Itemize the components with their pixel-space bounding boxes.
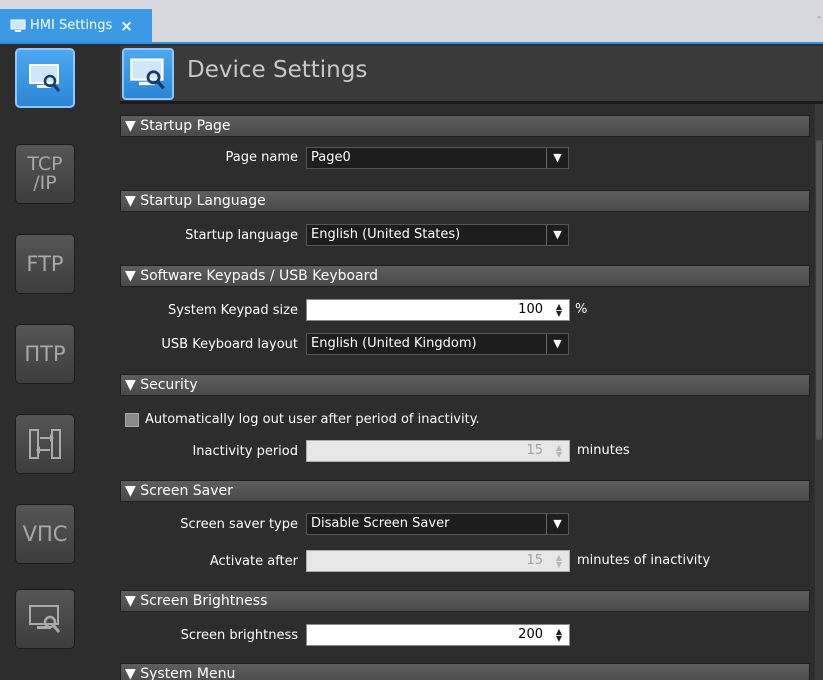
section-security[interactable]: ▼ Security (120, 374, 810, 396)
scrollbar-thumb[interactable] (816, 140, 822, 440)
activate-after-value: 15 (526, 553, 543, 568)
page-name-label: Page name (225, 150, 298, 165)
startup-language-select[interactable]: English (United States) ▼ (306, 224, 569, 246)
keypad-size-value: 100 (518, 302, 543, 317)
device-settings-header-icon (122, 48, 174, 100)
activate-after-label: Activate after (209, 554, 298, 569)
brightness-input[interactable]: 200 ▲ ▼ (306, 624, 570, 646)
transfer-icon (29, 429, 61, 459)
monitor-icon (10, 19, 26, 33)
activate-after-input: 15 ▲ ▼ (306, 550, 570, 572)
ntp-icon: ΠTP (24, 342, 66, 366)
spinner-icon: ▲ ▼ (555, 443, 563, 459)
spinner-icon[interactable]: ▲ ▼ (553, 627, 565, 643)
rail-device-settings-button[interactable] (15, 48, 75, 108)
dropdown-arrow-icon: ▼ (546, 334, 568, 354)
activate-after-unit: minutes of inactivity (577, 553, 711, 568)
inactivity-period-unit: minutes (577, 443, 630, 458)
startup-language-value: English (United States) (311, 227, 461, 242)
inactivity-period-input: 15 ▲ ▼ (306, 440, 570, 462)
rail-transfer-button[interactable] (15, 414, 75, 474)
rail-vnc-button[interactable]: VΠC (15, 504, 75, 564)
settings-header: Device Settings (120, 46, 823, 104)
tab-hmi-settings[interactable]: HMI Settings × (0, 9, 152, 42)
rail-ftp-button[interactable]: FTP (15, 234, 75, 294)
monitor-search-icon (29, 605, 61, 633)
rail-screen-button[interactable] (15, 589, 75, 649)
auto-logout-checkbox[interactable] (125, 412, 139, 427)
section-startup-page[interactable]: ▼ Startup Page (120, 115, 810, 137)
inactivity-period-label: Inactivity period (192, 444, 298, 459)
spinner-icon: ▲ ▼ (555, 553, 563, 569)
tab-strip: HMI Settings × - (0, 0, 823, 44)
page-title: Device Settings (187, 57, 368, 83)
rail-ntp-button[interactable]: ΠTP (15, 324, 75, 384)
dropdown-arrow-icon: ▼ (546, 514, 568, 534)
auto-logout-row: Automatically log out user after period … (125, 412, 480, 427)
ftp-icon: FTP (26, 252, 64, 276)
rail-tcpip-button[interactable]: TCP /IP (15, 144, 75, 204)
auto-logout-label: Automatically log out user after period … (145, 412, 480, 427)
usb-layout-select[interactable]: English (United Kingdom) ▼ (306, 333, 569, 355)
keypad-size-unit: % (575, 302, 588, 317)
screen-saver-type-label: Screen saver type (180, 517, 298, 532)
usb-layout-label: USB Keyboard layout (161, 337, 298, 352)
section-startup-language[interactable]: ▼ Startup Language (120, 190, 810, 212)
keypad-size-label: System Keypad size (168, 303, 298, 318)
screen-saver-type-value: Disable Screen Saver (311, 516, 450, 531)
section-system-menu[interactable]: ▼ System Menu (120, 663, 810, 680)
brightness-value: 200 (518, 627, 543, 642)
section-screen-saver[interactable]: ▼ Screen Saver (120, 480, 810, 502)
tcpip-icon: TCP /IP (27, 153, 63, 194)
startup-language-label: Startup language (185, 228, 298, 243)
usb-layout-value: English (United Kingdom) (311, 336, 477, 351)
dropdown-arrow-icon: ▼ (546, 225, 568, 245)
category-rail: TCP /IP FTP ΠTP VΠC (0, 44, 100, 680)
section-screen-brightness[interactable]: ▼ Screen Brightness (120, 590, 810, 612)
page-name-value: Page0 (311, 150, 351, 165)
tab-label: HMI Settings (30, 18, 113, 33)
close-icon[interactable]: × (120, 17, 133, 35)
monitor-search-icon (29, 64, 61, 92)
dropdown-arrow-icon: ▼ (546, 148, 568, 168)
overflow-marker: - (817, 12, 821, 23)
screen-saver-type-select[interactable]: Disable Screen Saver ▼ (306, 513, 569, 535)
keypad-size-input[interactable]: 100 ▲ ▼ (306, 299, 570, 321)
section-keypads[interactable]: ▼ Software Keypads / USB Keyboard (120, 265, 810, 287)
vnc-icon: VΠC (22, 522, 68, 546)
inactivity-period-value: 15 (526, 443, 543, 458)
spinner-icon[interactable]: ▲ ▼ (553, 302, 565, 318)
brightness-label: Screen brightness (180, 628, 298, 643)
page-name-select[interactable]: Page0 ▼ (306, 147, 569, 169)
